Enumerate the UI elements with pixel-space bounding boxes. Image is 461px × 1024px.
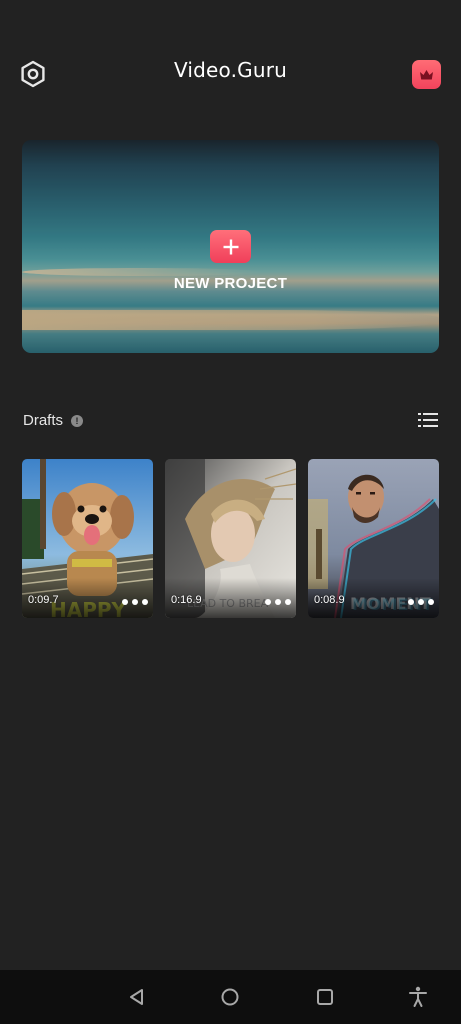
more-dot-icon	[408, 599, 414, 605]
more-dot-icon	[132, 599, 138, 605]
new-project-plus-button[interactable]	[210, 230, 251, 263]
back-triangle-icon	[130, 989, 143, 1005]
nav-back-button[interactable]	[124, 984, 150, 1010]
draft-card[interactable]: MOMENT MOMENT 0:08.9	[308, 459, 439, 618]
new-project-card[interactable]: NEW PROJECT	[22, 140, 439, 353]
draft-duration: 0:08.9	[314, 594, 345, 606]
info-icon[interactable]: !	[71, 415, 83, 427]
accessibility-icon	[409, 986, 427, 1007]
nav-home-button[interactable]	[217, 984, 243, 1010]
more-dot-icon	[418, 599, 424, 605]
draft-more-button[interactable]	[265, 596, 291, 608]
drafts-header: Drafts !	[22, 408, 439, 434]
crown-icon	[420, 69, 433, 79]
new-project-label: NEW PROJECT	[173, 275, 288, 292]
more-dot-icon	[285, 599, 291, 605]
nav-recents-button[interactable]	[312, 984, 338, 1010]
more-dot-icon	[122, 599, 128, 605]
drafts-list: HAPPY 0:09.7	[22, 459, 439, 619]
top-bar: Video.Guru	[0, 44, 461, 102]
app-screen: Video.Guru NEW PROJECT Drafts ! 0:09.7 0…	[0, 0, 461, 1024]
draft-duration: 0:09.7	[28, 594, 59, 606]
list-view-icon	[418, 413, 438, 427]
draft-more-button[interactable]	[408, 596, 434, 608]
more-dot-icon	[142, 599, 148, 605]
system-nav-bar	[0, 970, 461, 1024]
list-view-button[interactable]	[417, 410, 439, 430]
more-dot-icon	[265, 599, 271, 605]
recents-square-icon	[317, 989, 333, 1005]
home-circle-icon	[221, 988, 239, 1006]
more-dot-icon	[275, 599, 281, 605]
draft-card[interactable]: LEAD TO BREA 0:16.9	[165, 459, 296, 618]
more-dot-icon	[428, 599, 434, 605]
draft-duration: 0:16.9	[171, 594, 202, 606]
plus-icon	[223, 239, 238, 254]
drafts-title: Drafts	[23, 412, 64, 429]
premium-button[interactable]	[412, 60, 441, 89]
app-title: Video.Guru	[173, 58, 288, 82]
draft-more-button[interactable]	[122, 596, 148, 608]
draft-card[interactable]: HAPPY 0:09.7	[22, 459, 153, 618]
nav-accessibility-button[interactable]	[405, 984, 431, 1010]
